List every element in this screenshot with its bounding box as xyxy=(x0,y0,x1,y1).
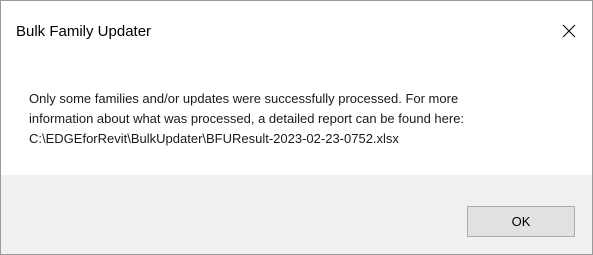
message-line-1: Only some families and/or updates were s… xyxy=(29,91,459,106)
close-button[interactable] xyxy=(546,1,592,61)
title-bar: Bulk Family Updater xyxy=(1,1,592,61)
dialog-message: Only some families and/or updates were s… xyxy=(29,89,574,149)
dialog-content: Only some families and/or updates were s… xyxy=(1,61,592,175)
button-bar: OK xyxy=(1,175,592,254)
message-dialog: Bulk Family Updater Only some families a… xyxy=(0,0,593,255)
ok-button[interactable]: OK xyxy=(467,206,575,237)
message-line-2: information about what was processed, a … xyxy=(29,111,465,126)
close-icon xyxy=(562,24,576,38)
dialog-title: Bulk Family Updater xyxy=(16,23,152,40)
report-path: C:\EDGEforRevit\BulkUpdater\BFUResult-20… xyxy=(29,131,399,146)
